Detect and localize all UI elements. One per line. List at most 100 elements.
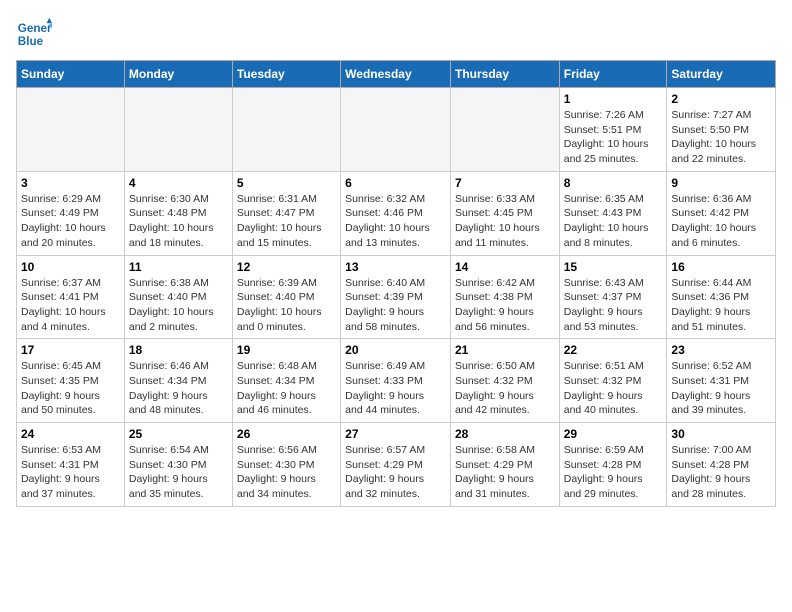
- day-info: Sunrise: 6:48 AM Sunset: 4:34 PM Dayligh…: [237, 359, 336, 418]
- calendar-cell: 15 Sunrise: 6:43 AM Sunset: 4:37 PM Dayli…: [559, 255, 667, 339]
- day-number: 10: [21, 260, 120, 274]
- calendar-cell: 3Sunrise: 6:29 AM Sunset: 4:49 PM Daylig…: [17, 171, 125, 255]
- day-number: 24: [21, 427, 120, 441]
- day-number: 14: [455, 260, 555, 274]
- calendar-week-row: 10 Sunrise: 6:37 AM Sunset: 4:41 PM Dayli…: [17, 255, 776, 339]
- weekday-header: Saturday: [667, 61, 776, 88]
- day-number: 12: [237, 260, 336, 274]
- day-number: 16: [671, 260, 771, 274]
- weekday-header: Monday: [124, 61, 232, 88]
- day-number: 17: [21, 343, 120, 357]
- day-info: Sunrise: 6:53 AM Sunset: 4:31 PM Dayligh…: [21, 443, 120, 502]
- day-info: Sunrise: 6:51 AM Sunset: 4:32 PM Dayligh…: [564, 359, 663, 418]
- day-number: 26: [237, 427, 336, 441]
- day-number: 23: [671, 343, 771, 357]
- day-number: 30: [671, 427, 771, 441]
- day-number: 11: [129, 260, 228, 274]
- calendar-cell: 7 Sunrise: 6:33 AM Sunset: 4:45 PM Daylig…: [450, 171, 559, 255]
- day-info: Sunrise: 6:32 AM Sunset: 4:46 PM Dayligh…: [345, 192, 446, 251]
- day-number: 29: [564, 427, 663, 441]
- day-info: Sunrise: 6:30 AM Sunset: 4:48 PM Dayligh…: [129, 192, 228, 251]
- day-info: Sunrise: 6:49 AM Sunset: 4:33 PM Dayligh…: [345, 359, 446, 418]
- day-number: 2: [671, 92, 771, 106]
- calendar-cell: 25 Sunrise: 6:54 AM Sunset: 4:30 PM Dayli…: [124, 423, 232, 507]
- calendar-header-row: SundayMondayTuesdayWednesdayThursdayFrid…: [17, 61, 776, 88]
- day-info: Sunrise: 7:27 AM Sunset: 5:50 PM Dayligh…: [671, 108, 771, 167]
- day-info: Sunrise: 6:44 AM Sunset: 4:36 PM Dayligh…: [671, 276, 771, 335]
- calendar-cell: 4 Sunrise: 6:30 AM Sunset: 4:48 PM Daylig…: [124, 171, 232, 255]
- day-info: Sunrise: 6:33 AM Sunset: 4:45 PM Dayligh…: [455, 192, 555, 251]
- calendar-cell: 1 Sunrise: 7:26 AM Sunset: 5:51 PM Daylig…: [559, 88, 667, 172]
- calendar-cell: 28 Sunrise: 6:58 AM Sunset: 4:29 PM Dayli…: [450, 423, 559, 507]
- day-info: Sunrise: 6:50 AM Sunset: 4:32 PM Dayligh…: [455, 359, 555, 418]
- day-info: Sunrise: 6:29 AM Sunset: 4:49 PM Dayligh…: [21, 192, 120, 251]
- calendar-cell: 5 Sunrise: 6:31 AM Sunset: 4:47 PM Daylig…: [232, 171, 340, 255]
- day-number: 1: [564, 92, 663, 106]
- day-info: Sunrise: 6:39 AM Sunset: 4:40 PM Dayligh…: [237, 276, 336, 335]
- logo-icon: General Blue: [16, 16, 52, 52]
- calendar-week-row: 3Sunrise: 6:29 AM Sunset: 4:49 PM Daylig…: [17, 171, 776, 255]
- day-info: Sunrise: 6:38 AM Sunset: 4:40 PM Dayligh…: [129, 276, 228, 335]
- day-number: 28: [455, 427, 555, 441]
- day-info: Sunrise: 6:31 AM Sunset: 4:47 PM Dayligh…: [237, 192, 336, 251]
- calendar-cell: 23 Sunrise: 6:52 AM Sunset: 4:31 PM Dayli…: [667, 339, 776, 423]
- day-number: 21: [455, 343, 555, 357]
- day-info: Sunrise: 6:40 AM Sunset: 4:39 PM Dayligh…: [345, 276, 446, 335]
- calendar-cell: [124, 88, 232, 172]
- day-info: Sunrise: 6:37 AM Sunset: 4:41 PM Dayligh…: [21, 276, 120, 335]
- calendar-cell: 6Sunrise: 6:32 AM Sunset: 4:46 PM Daylig…: [341, 171, 451, 255]
- day-number: 22: [564, 343, 663, 357]
- calendar-cell: 8 Sunrise: 6:35 AM Sunset: 4:43 PM Daylig…: [559, 171, 667, 255]
- day-number: 15: [564, 260, 663, 274]
- day-number: 8: [564, 176, 663, 190]
- calendar-cell: 16 Sunrise: 6:44 AM Sunset: 4:36 PM Dayli…: [667, 255, 776, 339]
- day-number: 27: [345, 427, 446, 441]
- day-number: 13: [345, 260, 446, 274]
- day-info: Sunrise: 6:46 AM Sunset: 4:34 PM Dayligh…: [129, 359, 228, 418]
- day-info: Sunrise: 6:35 AM Sunset: 4:43 PM Dayligh…: [564, 192, 663, 251]
- weekday-header: Sunday: [17, 61, 125, 88]
- day-number: 4: [129, 176, 228, 190]
- day-info: Sunrise: 6:52 AM Sunset: 4:31 PM Dayligh…: [671, 359, 771, 418]
- day-info: Sunrise: 7:26 AM Sunset: 5:51 PM Dayligh…: [564, 108, 663, 167]
- calendar-cell: 11 Sunrise: 6:38 AM Sunset: 4:40 PM Dayli…: [124, 255, 232, 339]
- calendar-cell: [17, 88, 125, 172]
- page-header: General Blue: [16, 16, 776, 52]
- weekday-header: Tuesday: [232, 61, 340, 88]
- calendar-week-row: 24 Sunrise: 6:53 AM Sunset: 4:31 PM Dayli…: [17, 423, 776, 507]
- day-info: Sunrise: 6:58 AM Sunset: 4:29 PM Dayligh…: [455, 443, 555, 502]
- calendar-cell: 22 Sunrise: 6:51 AM Sunset: 4:32 PM Dayli…: [559, 339, 667, 423]
- day-number: 20: [345, 343, 446, 357]
- calendar-cell: [450, 88, 559, 172]
- day-number: 5: [237, 176, 336, 190]
- calendar-cell: 2 Sunrise: 7:27 AM Sunset: 5:50 PM Daylig…: [667, 88, 776, 172]
- calendar-cell: 26Sunrise: 6:56 AM Sunset: 4:30 PM Dayli…: [232, 423, 340, 507]
- day-number: 9: [671, 176, 771, 190]
- calendar-cell: 30 Sunrise: 7:00 AM Sunset: 4:28 PM Dayli…: [667, 423, 776, 507]
- calendar-cell: 21 Sunrise: 6:50 AM Sunset: 4:32 PM Dayli…: [450, 339, 559, 423]
- day-number: 18: [129, 343, 228, 357]
- day-number: 7: [455, 176, 555, 190]
- calendar-cell: 29 Sunrise: 6:59 AM Sunset: 4:28 PM Dayli…: [559, 423, 667, 507]
- calendar-cell: 20 Sunrise: 6:49 AM Sunset: 4:33 PM Dayli…: [341, 339, 451, 423]
- day-info: Sunrise: 7:00 AM Sunset: 4:28 PM Dayligh…: [671, 443, 771, 502]
- weekday-header: Thursday: [450, 61, 559, 88]
- logo: General Blue: [16, 16, 52, 52]
- day-info: Sunrise: 6:42 AM Sunset: 4:38 PM Dayligh…: [455, 276, 555, 335]
- svg-text:General: General: [18, 22, 52, 35]
- day-info: Sunrise: 6:57 AM Sunset: 4:29 PM Dayligh…: [345, 443, 446, 502]
- weekday-header: Friday: [559, 61, 667, 88]
- day-info: Sunrise: 6:43 AM Sunset: 4:37 PM Dayligh…: [564, 276, 663, 335]
- day-info: Sunrise: 6:54 AM Sunset: 4:30 PM Dayligh…: [129, 443, 228, 502]
- weekday-header: Wednesday: [341, 61, 451, 88]
- calendar-cell: 18 Sunrise: 6:46 AM Sunset: 4:34 PM Dayli…: [124, 339, 232, 423]
- day-info: Sunrise: 6:59 AM Sunset: 4:28 PM Dayligh…: [564, 443, 663, 502]
- day-number: 25: [129, 427, 228, 441]
- svg-text:Blue: Blue: [18, 35, 44, 48]
- calendar-cell: 12 Sunrise: 6:39 AM Sunset: 4:40 PM Dayli…: [232, 255, 340, 339]
- calendar-week-row: 1 Sunrise: 7:26 AM Sunset: 5:51 PM Daylig…: [17, 88, 776, 172]
- calendar-cell: 13 Sunrise: 6:40 AM Sunset: 4:39 PM Dayli…: [341, 255, 451, 339]
- calendar-cell: 27 Sunrise: 6:57 AM Sunset: 4:29 PM Dayli…: [341, 423, 451, 507]
- calendar-cell: 24 Sunrise: 6:53 AM Sunset: 4:31 PM Dayli…: [17, 423, 125, 507]
- calendar-cell: 14 Sunrise: 6:42 AM Sunset: 4:38 PM Dayli…: [450, 255, 559, 339]
